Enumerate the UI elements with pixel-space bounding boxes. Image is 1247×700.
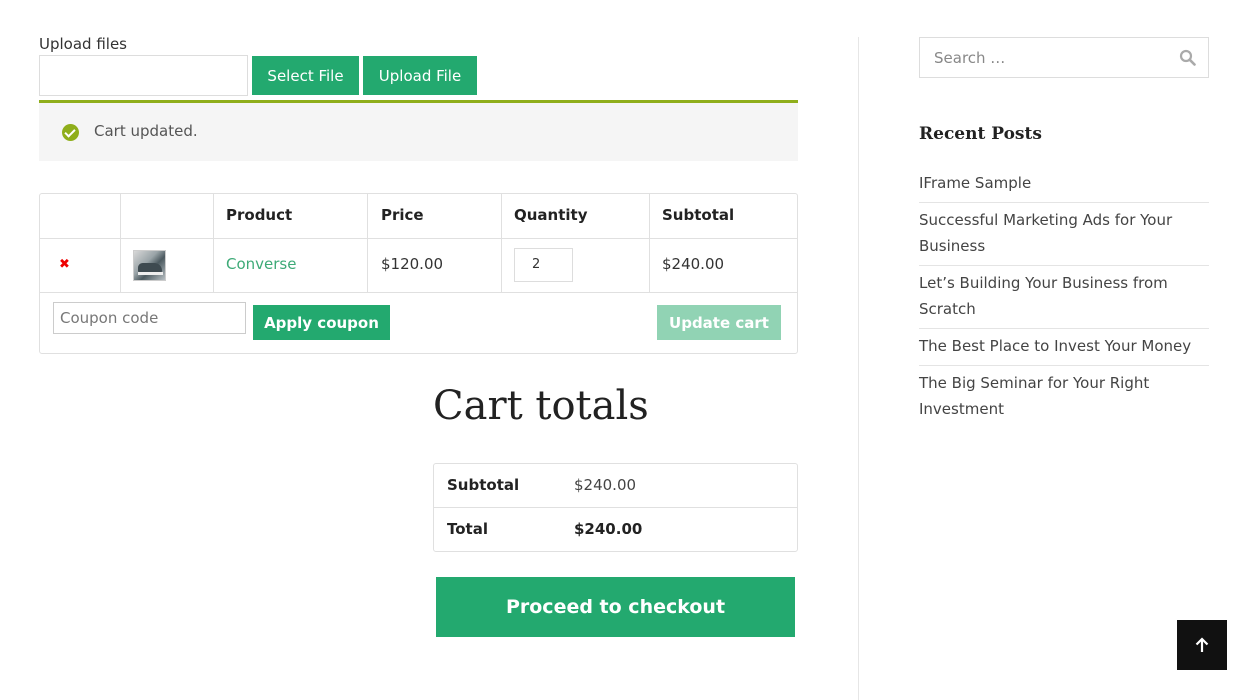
cart-updated-notice: Cart updated. bbox=[39, 100, 798, 161]
column-divider bbox=[213, 194, 214, 292]
column-divider bbox=[649, 194, 650, 292]
notice-message: Cart updated. bbox=[94, 122, 198, 140]
product-link[interactable]: Converse bbox=[226, 255, 296, 273]
search-field[interactable]: Search … bbox=[919, 37, 1209, 78]
shoe-sole bbox=[138, 272, 163, 275]
select-file-button[interactable]: Select File bbox=[252, 56, 359, 95]
back-to-top-button[interactable] bbox=[1177, 620, 1227, 670]
cart-totals-table: Subtotal $240.00 Total $240.00 bbox=[433, 463, 798, 552]
recent-post-link[interactable]: Let’s Building Your Business from Scratc… bbox=[919, 266, 1209, 329]
product-subtotal: $240.00 bbox=[662, 255, 725, 273]
recent-post-link[interactable]: The Big Seminar for Your Right Investmen… bbox=[919, 366, 1209, 428]
column-divider bbox=[367, 194, 368, 292]
recent-post-link[interactable]: IFrame Sample bbox=[919, 166, 1209, 203]
column-header-price: Price bbox=[381, 206, 424, 224]
total-value: $240.00 bbox=[574, 520, 643, 538]
column-header-product: Product bbox=[226, 206, 293, 224]
coupon-code-input[interactable]: Coupon code bbox=[53, 302, 246, 334]
cart-table: Product Price Quantity Subtotal ✖ Conver… bbox=[39, 193, 798, 354]
sidebar-divider bbox=[858, 37, 859, 700]
arrow-up-icon bbox=[1195, 637, 1209, 652]
subtotal-value: $240.00 bbox=[574, 476, 637, 494]
column-divider bbox=[120, 194, 121, 292]
recent-posts-heading: Recent Posts bbox=[919, 124, 1042, 144]
product-price: $120.00 bbox=[381, 255, 444, 273]
search-input[interactable]: Search … bbox=[934, 49, 1005, 67]
column-divider bbox=[501, 194, 502, 292]
check-circle-icon bbox=[62, 124, 79, 141]
column-header-subtotal: Subtotal bbox=[662, 206, 735, 224]
file-path-field[interactable] bbox=[39, 55, 248, 96]
remove-item-icon[interactable]: ✖ bbox=[59, 257, 70, 272]
column-header-quantity: Quantity bbox=[514, 206, 588, 224]
recent-post-link[interactable]: The Best Place to Invest Your Money bbox=[919, 329, 1209, 366]
apply-coupon-button[interactable]: Apply coupon bbox=[253, 305, 390, 340]
product-thumbnail[interactable] bbox=[133, 250, 166, 281]
totals-divider bbox=[434, 507, 797, 508]
row-divider bbox=[40, 238, 797, 239]
quantity-input[interactable]: 2 bbox=[514, 248, 573, 282]
subtotal-label: Subtotal bbox=[447, 476, 520, 494]
recent-posts-list: IFrame Sample Successful Marketing Ads f… bbox=[919, 166, 1209, 428]
row-divider bbox=[40, 292, 797, 293]
upload-files-label: Upload files bbox=[39, 35, 127, 53]
recent-post-link[interactable]: Successful Marketing Ads for Your Busine… bbox=[919, 203, 1209, 266]
search-icon[interactable] bbox=[1179, 49, 1196, 66]
upload-file-button[interactable]: Upload File bbox=[363, 56, 477, 95]
proceed-to-checkout-button[interactable]: Proceed to checkout bbox=[436, 577, 795, 637]
update-cart-button[interactable]: Update cart bbox=[657, 305, 781, 340]
cart-totals-title: Cart totals bbox=[433, 383, 649, 429]
total-label: Total bbox=[447, 520, 488, 538]
